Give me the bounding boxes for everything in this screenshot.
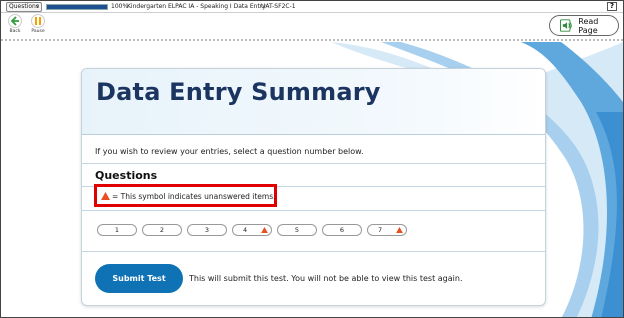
summary-card: Data Entry Summary If you wish to review…: [81, 68, 546, 306]
legend-text: = This symbol indicates unanswered items…: [112, 192, 276, 201]
toolbar-divider: [1, 39, 623, 42]
warning-triangle-icon: [101, 192, 110, 200]
question-number: 6: [339, 226, 345, 234]
divider: [82, 210, 545, 211]
page-title: Data Entry Summary: [96, 78, 381, 106]
app-window: Questions ▿ 100% Kindergarten ELPAC IA -…: [0, 0, 624, 318]
top-bar: Questions ▿ 100% Kindergarten ELPAC IA -…: [1, 1, 623, 13]
question-button-4[interactable]: 4: [232, 224, 272, 236]
read-page-label: Read Page: [578, 16, 599, 35]
divider: [82, 163, 545, 164]
question-number: 2: [159, 226, 165, 234]
pause-icon: [35, 17, 41, 25]
test-title: Kindergarten ELPAC IA - Speaking I Data …: [127, 3, 266, 10]
back-label: Back: [9, 29, 21, 34]
questions-heading: Questions: [95, 169, 158, 182]
warning-triangle-icon: [261, 227, 268, 233]
question-number: 7: [378, 226, 383, 234]
back-button[interactable]: Back: [7, 14, 23, 34]
question-button-1[interactable]: 1: [97, 224, 137, 236]
question-number: 5: [294, 226, 300, 234]
chevron-down-icon: ▿: [35, 3, 39, 10]
question-button-7[interactable]: 7: [367, 224, 407, 236]
question-number: 4: [243, 226, 248, 234]
question-button-5[interactable]: 5: [277, 224, 317, 236]
unanswered-legend: = This symbol indicates unanswered items…: [94, 184, 277, 207]
instructions: If you wish to review your entries, sele…: [95, 147, 364, 156]
question-number: 1: [114, 226, 120, 234]
question-button-3[interactable]: 3: [187, 224, 227, 236]
speaker-page-icon: [560, 19, 572, 32]
divider: [82, 251, 545, 252]
toolbar: Back Pause: [1, 13, 623, 39]
pause-label: Pause: [31, 29, 45, 34]
questions-select[interactable]: Questions ▿: [6, 2, 42, 12]
question-number: 3: [204, 226, 210, 234]
progress-bar: [46, 4, 108, 10]
submit-warning-text: This will submit this test. You will not…: [189, 274, 463, 283]
help-button[interactable]: ?: [607, 2, 617, 11]
question-button-6[interactable]: 6: [322, 224, 362, 236]
read-page-button[interactable]: Read Page: [549, 15, 619, 36]
progress-fill: [47, 5, 107, 9]
card-header: Data Entry Summary: [82, 69, 545, 135]
arrow-left-icon: [10, 16, 19, 26]
pause-button[interactable]: Pause: [30, 14, 46, 34]
questions-select-value: Questions: [9, 3, 39, 10]
question-list: 1 2 3 4 5 6 7: [97, 224, 407, 236]
warning-triangle-icon: [396, 227, 403, 233]
question-button-2[interactable]: 2: [142, 224, 182, 236]
test-code: UAT-SF2C-1: [261, 3, 296, 10]
progress-percent: 100%: [111, 3, 129, 10]
submit-test-button[interactable]: Submit Test: [95, 264, 183, 293]
